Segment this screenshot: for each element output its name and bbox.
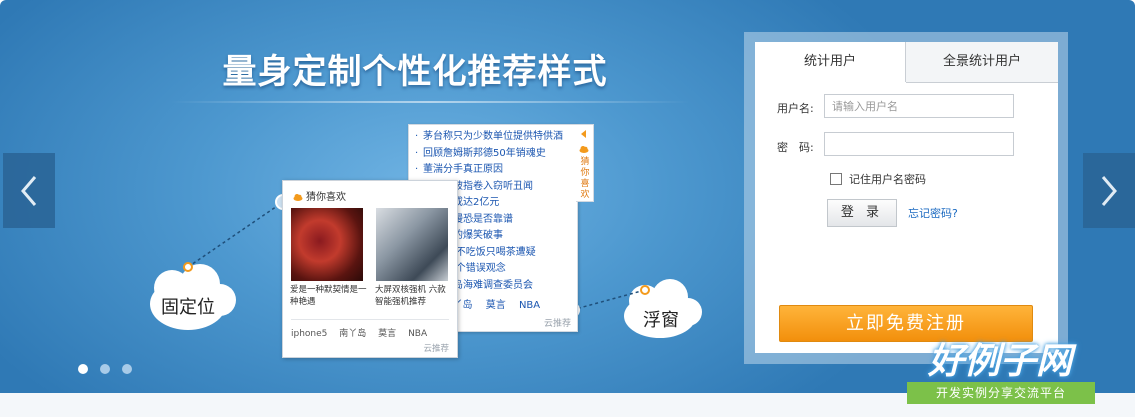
- recommend-image-1[interactable]: [291, 208, 363, 281]
- watermark-subtitle: 开发实例分享交流平台: [907, 382, 1095, 404]
- tag-link[interactable]: 南丫岛: [339, 329, 366, 339]
- float-window-label: 浮窗: [643, 310, 679, 331]
- tag-link[interactable]: 莫言: [486, 300, 506, 311]
- username-label: 用户名:: [777, 102, 814, 115]
- chevron-right-icon: [1101, 176, 1117, 206]
- recommend-caption-1[interactable]: 爱是一种默契情是一种艳遇: [290, 284, 368, 308]
- remember-checkbox[interactable]: [830, 173, 842, 185]
- password-label: 密 码:: [777, 141, 814, 154]
- recommend-image-2[interactable]: [376, 208, 448, 281]
- cloud-icon: [293, 194, 303, 201]
- fixed-tags: iphone5 南丫岛 莫言 NBA: [291, 319, 449, 339]
- next-slide-button[interactable]: [1083, 153, 1135, 228]
- prev-slide-button[interactable]: [3, 153, 55, 228]
- tab-panorama-user[interactable]: 全景统计用户: [906, 42, 1058, 83]
- username-field[interactable]: 请输入用户名: [824, 94, 1014, 118]
- float-footer: 云推荐: [543, 319, 571, 329]
- list-item[interactable]: 董湍分手真正原因: [413, 162, 575, 179]
- banner-headline: 量身定制个性化推荐样式: [222, 52, 608, 92]
- fixed-connector-line: [187, 201, 284, 268]
- collapse-arrow-icon: [581, 130, 586, 138]
- fixed-widget: 猜你喜欢 爱是一种默契情是一种艳遇 大屏双核强机 六款智能强机推荐 iphone…: [282, 180, 458, 358]
- tab-stat-user[interactable]: 统计用户: [755, 42, 906, 82]
- chevron-left-icon: [21, 176, 37, 206]
- tag-link[interactable]: 莫言: [378, 329, 396, 339]
- list-item[interactable]: 茅台称只为少数单位提供特供酒: [413, 129, 575, 146]
- carousel-dot-3[interactable]: [122, 364, 132, 374]
- fixed-widget-title: 猜你喜欢: [306, 192, 346, 203]
- fixed-widget-header: 猜你喜欢: [293, 188, 346, 203]
- recommend-caption-2[interactable]: 大屏双核强机 六款智能强机推荐: [375, 284, 453, 308]
- fixed-position-label: 固定位: [161, 297, 215, 318]
- side-tab-label: 猜你喜欢: [580, 157, 590, 200]
- forgot-password-link[interactable]: 忘记密码?: [908, 205, 958, 221]
- remember-label: 记住用户名密码: [849, 173, 926, 186]
- tag-link[interactable]: iphone5: [291, 329, 327, 339]
- cloud-icon: [579, 146, 589, 153]
- fixed-footer: 云推荐: [423, 344, 449, 354]
- tag-link[interactable]: NBA: [519, 300, 540, 311]
- carousel-dot-2[interactable]: [100, 364, 110, 374]
- headline-divider: [170, 101, 690, 103]
- fixed-anchor-dot: [183, 262, 193, 272]
- password-field[interactable]: [824, 132, 1014, 156]
- list-item[interactable]: 回顾詹姆斯邦德50年销魂史: [413, 146, 575, 163]
- login-button[interactable]: 登 录: [827, 199, 897, 227]
- float-anchor-dot: [640, 285, 650, 295]
- watermark-logo: 好例子网: [927, 341, 1072, 382]
- carousel-dot-1[interactable]: [78, 364, 88, 374]
- float-side-tab[interactable]: 猜你喜欢: [576, 124, 594, 202]
- tag-link[interactable]: NBA: [408, 329, 427, 339]
